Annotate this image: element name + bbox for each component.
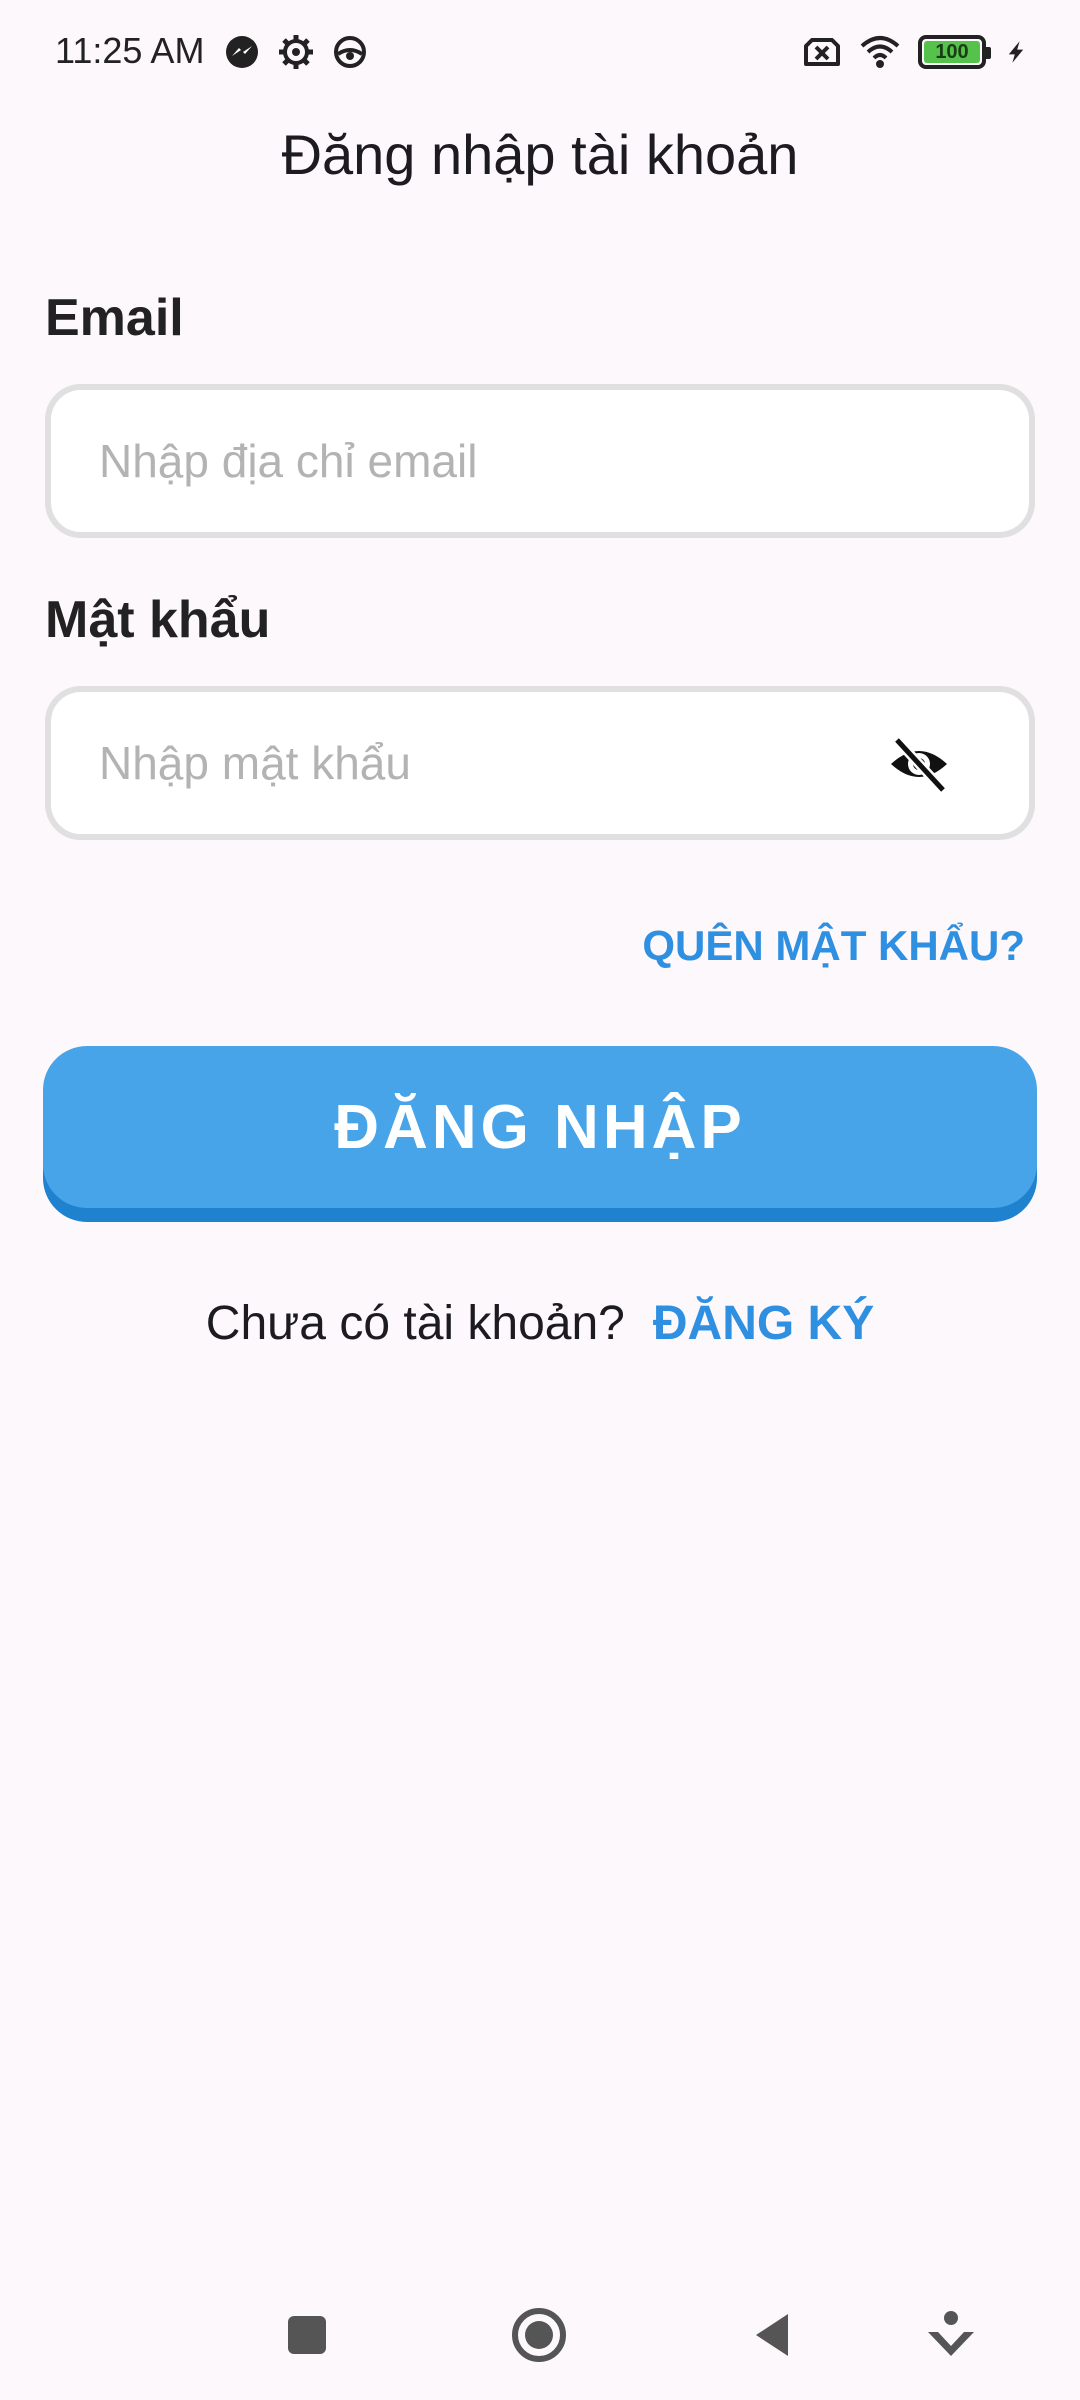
messenger-icon [226,36,258,68]
email-field[interactable] [45,384,1035,538]
battery-level: 100 [924,41,980,63]
forgot-password-link[interactable]: QUÊN MẬT KHẨU? [642,922,1025,970]
login-screen: 11:25 AM 100 Đăng nhập tài khoản Email N… [0,0,1080,2400]
navigation-bar [0,2270,1080,2400]
login-button[interactable]: ĐĂNG NHẬP [43,1046,1037,1208]
recents-icon[interactable] [272,2300,342,2370]
status-bar: 11:25 AM 100 [0,0,1080,100]
email-input[interactable] [99,390,919,532]
wifi-icon [860,36,900,68]
charging-icon [1008,41,1024,63]
page-title: Đăng nhập tài khoản [281,123,799,186]
home-icon[interactable] [504,2300,574,2370]
password-input[interactable] [99,692,919,834]
extra-icon[interactable] [916,2300,986,2370]
password-label: Mật khẩu [45,591,271,649]
register-row: Chưa có tài khoản? ĐĂNG KÝ [0,1296,1080,1351]
status-time: 11:25 AM [55,30,205,71]
no-sim-icon [804,38,840,66]
register-link[interactable]: ĐĂNG KÝ [653,1297,874,1350]
gear-icon [279,35,313,69]
email-label: Email [45,289,184,347]
register-prompt: Chưa có tài khoản? [205,1297,625,1350]
notification-icons [222,32,370,72]
password-field[interactable] [45,686,1035,840]
battery-tip [986,47,991,59]
system-icons: 100 [802,32,1028,72]
battery-icon: 100 [918,35,991,69]
eye-off-icon[interactable] [887,732,951,796]
steering-wheel-icon [334,36,366,68]
back-icon[interactable] [738,2300,808,2370]
